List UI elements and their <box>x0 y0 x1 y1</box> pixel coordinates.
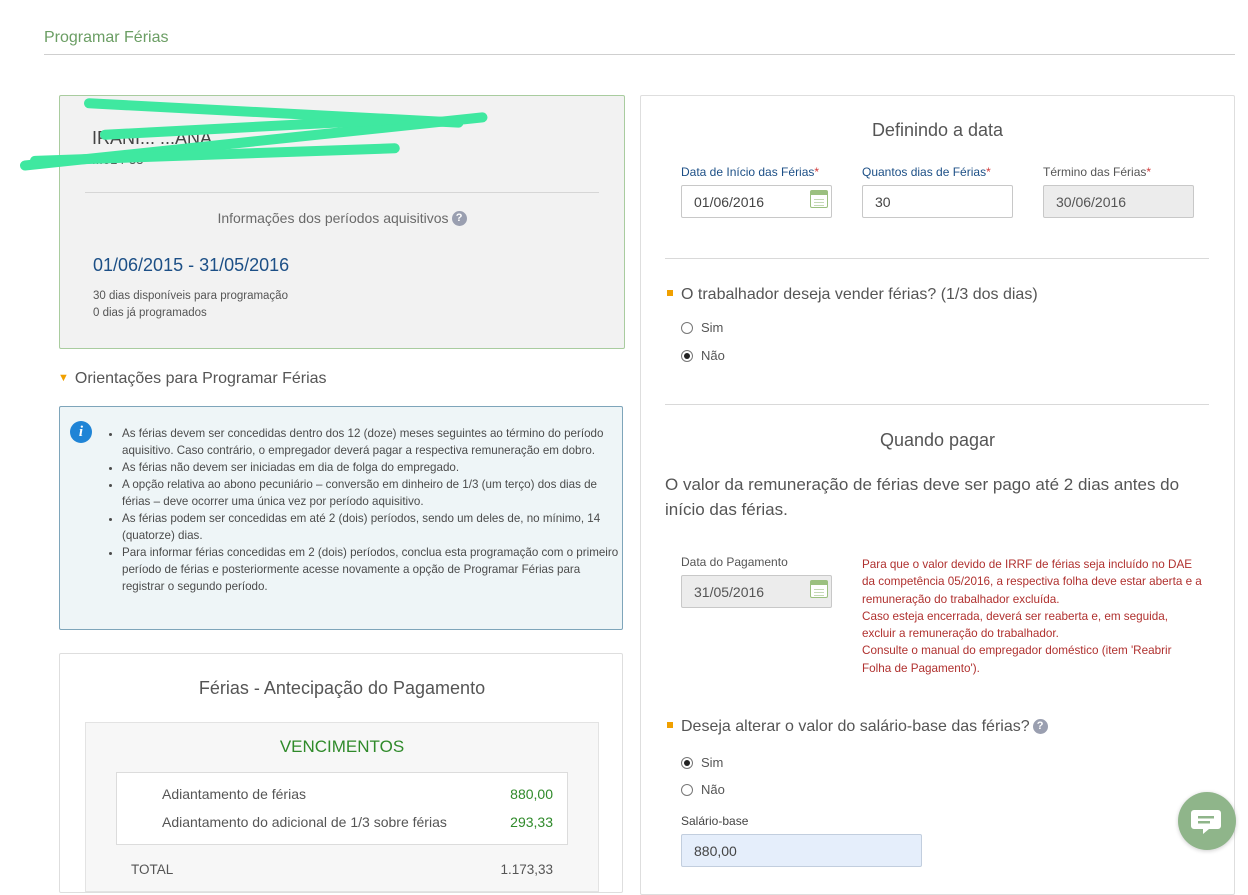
chat-button[interactable] <box>1178 792 1236 850</box>
salary-question: Deseja alterar o valor do salário-base d… <box>667 718 1048 736</box>
bullet-icon <box>667 722 673 728</box>
sell-option-yes[interactable]: Sim <box>681 320 723 335</box>
earnings-table: Adiantamento de férias 880,00 Adiantamen… <box>116 772 568 845</box>
calendar-icon <box>810 580 828 598</box>
orientations-list: As férias devem ser concedidas dentro do… <box>104 425 622 595</box>
section-divider <box>665 404 1209 405</box>
table-row: Adiantamento de férias 880,00 <box>162 786 553 802</box>
list-item: A opção relativa ao abono pecuniário – c… <box>122 476 622 510</box>
salary-option-yes[interactable]: Sim <box>681 755 723 770</box>
payment-notice: O valor da remuneração de férias deve se… <box>665 475 1180 519</box>
chat-icon <box>1191 810 1221 834</box>
radio-button[interactable] <box>681 349 693 362</box>
days-input[interactable] <box>862 185 1013 218</box>
total-row: TOTAL 1.173,33 <box>131 862 553 877</box>
orientations-toggle[interactable]: ▼ Orientações para Programar Férias <box>58 370 327 388</box>
total-value: 1.173,33 <box>500 862 553 877</box>
end-date-label: Término das Férias* <box>1043 165 1152 179</box>
list-item: As férias podem ser concedidas em até 2 … <box>122 510 622 544</box>
caret-down-icon: ▼ <box>58 372 69 384</box>
help-icon[interactable]: ? <box>451 211 467 226</box>
row-label: Adiantamento de férias <box>162 786 306 802</box>
title-divider <box>44 54 1235 55</box>
row-label: Adiantamento do adicional de 1/3 sobre f… <box>162 814 447 830</box>
row-value: 880,00 <box>510 786 553 802</box>
earnings-title: VENCIMENTOS <box>279 737 405 756</box>
calendar-icon[interactable] <box>810 190 828 208</box>
schedule-panel: Definindo a data Data de Início das Féri… <box>640 95 1235 895</box>
start-date-label: Data de Início das Férias* <box>681 165 820 179</box>
programmed-days: 0 dias já programados <box>93 307 207 319</box>
section-divider <box>665 258 1209 259</box>
radio-button[interactable] <box>681 321 693 334</box>
radio-button[interactable] <box>681 756 693 769</box>
table-row: Adiantamento do adicional de 1/3 sobre f… <box>162 814 553 830</box>
orientations-box: i As férias devem ser concedidas dentro … <box>59 406 623 630</box>
page-title: Programar Férias <box>44 29 169 46</box>
card-divider <box>85 192 599 193</box>
list-item: As férias não devem ser iniciadas em dia… <box>122 459 622 476</box>
help-icon[interactable]: ? <box>1032 719 1048 734</box>
info-icon: i <box>70 421 92 443</box>
radio-button[interactable] <box>681 783 693 796</box>
sell-vacation-question: O trabalhador deseja vender férias? (1/3… <box>667 286 1038 304</box>
list-item: Para informar férias concedidas em 2 (do… <box>122 544 622 595</box>
total-label: TOTAL <box>131 862 174 877</box>
base-salary-input[interactable] <box>681 834 922 867</box>
earnings-box: VENCIMENTOS Adiantamento de férias 880,0… <box>85 722 599 892</box>
available-days: 30 dias disponíveis para programação <box>93 290 288 302</box>
periods-title: Informações dos períodos aquisitivos? <box>60 210 624 226</box>
define-date-title: Definindo a data <box>871 120 1004 140</box>
employee-card: IRANI... ...ANA ...014-33 Informações do… <box>19 95 625 349</box>
irrf-notice: Para que o valor devido de IRRF de féria… <box>862 558 1202 675</box>
salary-option-no[interactable]: Não <box>681 782 725 797</box>
end-date-field <box>1043 185 1194 218</box>
period-range[interactable]: 01/06/2015 - 31/05/2016 <box>93 255 289 276</box>
advance-payment-title: Férias - Antecipação do Pagamento <box>198 678 486 698</box>
row-value: 293,33 <box>510 814 553 830</box>
base-salary-label: Salário-base <box>681 814 749 828</box>
advance-payment-card: Férias - Antecipação do Pagamento VENCIM… <box>59 653 623 893</box>
days-label: Quantos dias de Férias* <box>862 165 991 179</box>
payment-date-label: Data do Pagamento <box>681 555 788 569</box>
sell-option-no[interactable]: Não <box>681 348 725 363</box>
list-item: As férias devem ser concedidas dentro do… <box>122 425 622 459</box>
bullet-icon <box>667 290 673 296</box>
when-pay-title: Quando pagar <box>879 430 996 450</box>
